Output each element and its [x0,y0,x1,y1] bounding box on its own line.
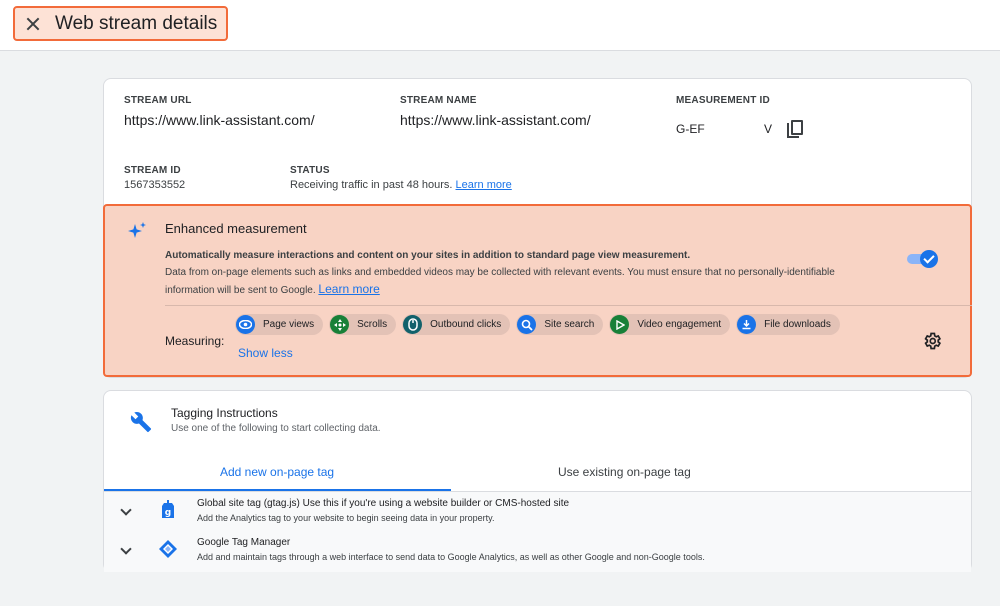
chip-label: Site search [544,319,595,330]
enhanced-description-text: Data from on-page elements such as links… [165,267,835,296]
tagging-instructions-card: Tagging Instructions Use one of the foll… [103,390,972,572]
chip-label: Scrolls [357,319,388,330]
gtag-title: Global site tag (gtag.js) Use this if yo… [197,498,569,509]
gtm-description: Add and maintain tags through a web inte… [197,552,705,562]
chip-scrolls[interactable]: Scrolls [329,314,397,335]
enhanced-description: Data from on-page elements such as links… [165,265,885,299]
chip-label: Page views [263,319,315,330]
top-bar: Web stream details [0,0,1000,51]
sparkle-icon [128,222,146,238]
download-icon [737,315,757,334]
status-learn-more-link[interactable]: Learn more [456,179,512,191]
play-icon [610,315,630,334]
tab-add-new-tag[interactable]: Add new on-page tag [220,465,334,479]
enhanced-title: Enhanced measurement [165,221,307,236]
stream-url-value: https://www.link-assistant.com/ [124,112,315,128]
show-less-link[interactable]: Show less [238,346,293,360]
measurement-id-suffix: V [764,122,773,136]
tagging-title: Tagging Instructions [171,406,278,420]
stream-id-label: STREAM ID [124,165,181,176]
enhanced-description-bold: Automatically measure interactions and c… [165,250,691,261]
search-icon [517,315,537,334]
list-item-gtag[interactable]: g Global site tag (gtag.js) Use this if … [104,492,971,530]
chevron-down-icon[interactable] [120,504,132,516]
enhanced-measurement-toggle[interactable] [907,250,939,268]
list-item-gtm[interactable]: Google Tag Manager Add and maintain tags… [104,531,971,569]
mouse-icon [403,315,423,334]
gtag-description: Add the Analytics tag to your website to… [197,513,495,523]
chip-video-engagement[interactable]: Video engagement [609,314,731,335]
chip-label: Video engagement [637,319,722,330]
measurement-id-prefix: G-EF [676,122,705,136]
measuring-label: Measuring: [165,334,225,348]
gtag-icon: g [162,500,174,518]
stream-id-value: 1567353552 [124,179,186,191]
gtag-title-strong: Global site tag (gtag.js) [197,498,300,509]
status-value: Receiving traffic in past 48 hours. Lear… [290,179,512,191]
gtm-title: Google Tag Manager [197,537,290,548]
tab-use-existing-tag[interactable]: Use existing on-page tag [558,465,691,479]
chip-page-views[interactable]: Page views [235,314,324,335]
measurement-id-label: MEASUREMENT ID [676,95,770,106]
scroll-icon [330,315,350,334]
stream-name-value: https://www.link-assistant.com/ [400,112,591,128]
check-icon [920,250,938,268]
chip-label: Outbound clicks [430,319,502,330]
chip-label: File downloads [764,319,831,330]
copy-icon[interactable] [787,120,805,140]
header-title-box: Web stream details [13,6,228,41]
close-icon[interactable] [23,14,43,34]
page-title: Web stream details [55,12,218,34]
status-text: Receiving traffic in past 48 hours. [290,179,453,191]
divider [165,305,972,306]
chip-file-downloads[interactable]: File downloads [736,314,840,335]
svg-text:g: g [165,508,171,518]
gtag-title-rest: Use this if you're using a website build… [302,498,570,509]
gtm-title-strong: Google Tag Manager [197,537,291,548]
wrench-icon [130,412,152,433]
enhanced-learn-more-link[interactable]: Learn more [318,282,379,296]
measuring-chips: Page views Scrolls Outbound clicks Site … [235,314,840,335]
status-label: STATUS [290,165,330,176]
tag-options-list: g Global site tag (gtag.js) Use this if … [104,492,971,572]
chevron-down-icon[interactable] [120,543,132,555]
chip-outbound-clicks[interactable]: Outbound clicks [402,314,511,335]
tagging-subtitle: Use one of the following to start collec… [171,423,381,434]
eye-icon [236,315,255,334]
stream-url-label: STREAM URL [124,95,192,106]
gear-icon[interactable] [922,331,942,351]
enhanced-measurement-panel: Enhanced measurement Automatically measu… [103,204,972,377]
chip-site-search[interactable]: Site search [516,314,604,335]
tag-manager-icon [159,540,177,558]
stream-name-label: STREAM NAME [400,95,477,106]
